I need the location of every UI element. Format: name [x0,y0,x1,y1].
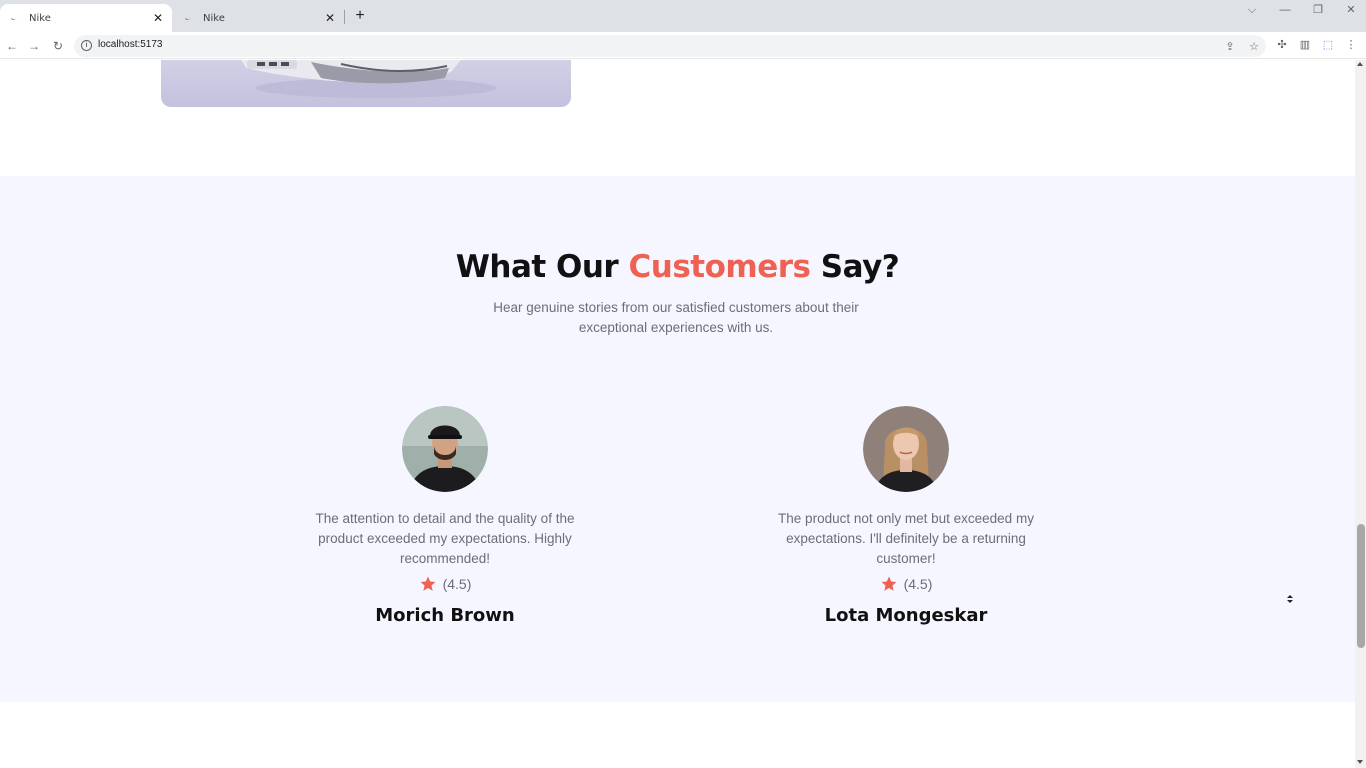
review-rating: (4.5) [295,575,595,593]
tab-strip: Nike ✕ Nike ✕ + ⌵ — ❐ ✕ [0,0,1366,32]
scroll-up-arrow-icon[interactable] [1357,62,1363,66]
title-accent: Customers [628,249,811,285]
scrollbar-thumb[interactable] [1357,524,1365,648]
site-info-icon[interactable]: i [81,40,92,51]
maximize-icon[interactable]: ❐ [1301,2,1335,18]
extensions-icon[interactable]: ✣ [1273,36,1291,54]
minimize-icon[interactable]: — [1268,2,1302,18]
customer-reviews-section: What Our Customers Say? Hear genuine sto… [0,176,1355,702]
nike-favicon-icon [11,14,21,20]
scroll-down-arrow-icon[interactable] [1357,760,1363,764]
title-prefix: What Our [455,249,629,285]
page-scrollbar[interactable] [1355,60,1366,768]
section-title: What Our Customers Say? [0,249,1355,285]
tab-close-icon[interactable]: ✕ [150,10,166,26]
side-panel-icon[interactable]: ▥ [1296,36,1314,54]
nike-favicon-icon [185,14,195,20]
star-icon [881,576,897,591]
url-text[interactable]: localhost:5173 [98,39,163,50]
share-icon[interactable]: ⇪ [1222,39,1238,55]
back-icon[interactable]: ← [2,36,22,56]
avatar [863,406,949,492]
review-rating: (4.5) [756,575,1056,593]
avatar [402,406,488,492]
tab-title: Nike [203,12,225,24]
review-card: The product not only met but exceeded my… [756,406,1056,626]
reviewer-name: Lota Mongeskar [824,605,988,626]
shoe-image [241,60,496,98]
review-quote: The attention to detail and the quality … [315,511,575,566]
profile-extension-icon[interactable]: ⬚ [1319,36,1337,54]
bookmark-star-icon[interactable]: ☆ [1246,39,1262,55]
tab-nike-inactive[interactable]: Nike ✕ [174,4,344,32]
address-bar-row: ← → ↻ i localhost:5173 ⇪ ☆ ✣ ▥ ⬚ ⋮ [0,32,1366,59]
review-card: The attention to detail and the quality … [295,406,595,626]
title-suffix: Say? [810,249,900,285]
new-tab-button[interactable]: + [351,7,369,25]
rating-value: (4.5) [903,576,933,592]
tab-search-icon[interactable]: ⌵ [1235,2,1269,18]
chrome-menu-icon[interactable]: ⋮ [1342,36,1360,54]
tab-title: Nike [29,12,51,24]
reviewer-name: Morich Brown [375,605,515,626]
tab-nike-active[interactable]: Nike ✕ [0,4,172,32]
close-window-icon[interactable]: ✕ [1334,2,1366,18]
tab-separator [344,10,345,24]
rating-value: (4.5) [442,576,472,592]
forward-icon[interactable]: → [24,36,44,56]
review-quote: The product not only met but exceeded my… [778,511,1034,566]
section-subtitle: Hear genuine stories from our satisfied … [493,300,859,335]
address-bar[interactable]: i localhost:5173 ⇪ ☆ [74,35,1266,57]
star-icon [420,576,436,591]
page-viewport: What Our Customers Say? Hear genuine sto… [0,60,1355,768]
reload-icon[interactable]: ↻ [48,36,68,56]
shoe-image-card [161,60,571,107]
tab-close-icon[interactable]: ✕ [322,10,338,26]
scroll-to-top-icon[interactable] [1283,592,1297,606]
